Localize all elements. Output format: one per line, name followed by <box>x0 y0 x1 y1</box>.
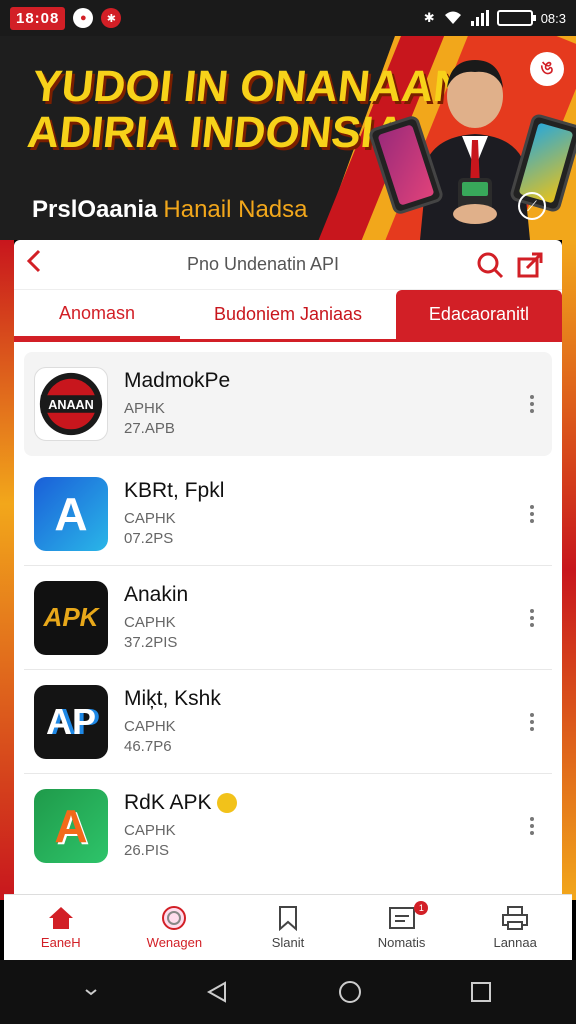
more-options-icon[interactable] <box>522 395 542 413</box>
status-right: ✱ 08:3 <box>424 10 566 26</box>
app-bar: Pno Undenatin API <box>14 240 562 290</box>
tab-budoniem[interactable]: Budoniem Janiaas <box>180 290 396 339</box>
banner-subtitle: PrslOaania Hanail Nadsa <box>32 196 308 224</box>
printer-icon <box>502 906 529 930</box>
inbox-icon <box>388 907 415 929</box>
nav-wenagen-label: Wenagen <box>146 935 203 950</box>
home-icon <box>48 907 73 929</box>
app-type: APHK <box>124 400 165 417</box>
bookmark-icon <box>278 906 297 931</box>
status-battery-text: 08:3 <box>540 10 566 26</box>
system-navigation <box>0 960 576 1024</box>
back-triangle-icon[interactable] <box>205 980 229 1004</box>
nav-home-label: EaneH <box>40 935 81 950</box>
app-size: 37.2PIS <box>124 633 178 651</box>
promo-banner[interactable]: YUDOI IN ONANAAN ADIRIA INDONSIAI PrslOa… <box>0 36 576 240</box>
category-tabs: Anomasn Budoniem Janiaas Edacaoranitl <box>14 290 562 342</box>
bluetooth-icon: ✱ <box>423 10 435 25</box>
side-decor-left <box>0 240 14 900</box>
notification-badge: 1 <box>414 901 429 915</box>
more-options-icon[interactable] <box>522 504 542 523</box>
list-item[interactable]: A KBRt, Fpkl CAPHK 07.2PS <box>24 462 552 566</box>
notification-icon: ✱ <box>101 8 122 28</box>
brand-logo-icon: ঙ <box>530 52 564 86</box>
app-name: Miķt, Kshk <box>124 686 221 710</box>
app-name: Anakin <box>124 582 189 606</box>
chevron-left-icon <box>26 249 41 273</box>
app-type: CAPHK <box>124 613 176 631</box>
home-circle-icon[interactable] <box>337 979 363 1005</box>
more-options-icon[interactable] <box>522 608 542 627</box>
more-options-icon[interactable] <box>522 817 542 835</box>
search-icon <box>477 252 504 278</box>
status-time: 18:08 <box>10 6 66 30</box>
anaan-red-icon: ANAAN <box>34 367 108 441</box>
more-options-icon[interactable] <box>522 712 542 731</box>
blue-a-icon: A <box>34 476 108 551</box>
status-bar: 18:08 ● ✱ ✱ 08:3 <box>0 0 576 36</box>
banner-sub-orange: Hanail Nadsa <box>163 196 308 223</box>
app-name: RdK APK <box>124 791 522 815</box>
search-button[interactable] <box>470 245 510 285</box>
app-list: ANAAN MadmokPe APHK 27.APB A KBRt, Fpkl … <box>14 342 562 878</box>
globe-icon <box>162 906 187 930</box>
app-type: CAPHK <box>124 822 176 839</box>
menu-dot-icon[interactable] <box>84 985 98 999</box>
app-bar-title: Pno Undenatin API <box>186 254 340 274</box>
app-type: CAPHK <box>124 717 176 735</box>
banner-sub-white: PrslOaania <box>32 196 158 223</box>
nav-wenagen[interactable]: Wenagen <box>118 895 232 960</box>
app-name: MadmokPe <box>124 369 231 392</box>
app-size: 26.PIS <box>124 842 170 859</box>
nav-lannaa-label: Lannaa <box>493 935 537 950</box>
signal-icon <box>470 10 489 26</box>
nav-home[interactable]: EaneH <box>4 895 118 960</box>
wifi-icon <box>444 11 461 24</box>
list-item[interactable]: ANAAN MadmokPe APHK 27.APB <box>24 352 552 456</box>
nav-nomatis-label: Nomatis <box>377 935 426 950</box>
battery-icon <box>496 10 536 26</box>
green-a-icon: A <box>34 789 108 863</box>
nav-nomatis[interactable]: Nomatis 1 <box>345 895 459 960</box>
ap-dark-icon: AP <box>34 684 108 759</box>
list-item[interactable]: APK Anakin CAPHK 37.2PIS <box>24 566 552 670</box>
back-button[interactable] <box>26 248 56 281</box>
tab-edacaoranitl[interactable]: Edacaoranitl <box>395 290 562 339</box>
recents-square-icon[interactable] <box>470 981 492 1003</box>
tab-anomasn[interactable]: Anomasn <box>14 290 181 339</box>
app-name: KBRt, Fpkl <box>124 478 225 502</box>
nav-slanit[interactable]: Slanit <box>231 895 345 960</box>
compass-icon[interactable]: ⟋ <box>518 192 546 220</box>
apk-gold-icon: APK <box>34 580 108 655</box>
nav-slanit-label: Slanit <box>271 935 305 950</box>
app-size: 46.7P6 <box>124 737 172 755</box>
app-list-card: Pno Undenatin API Anomasn Budoniem Jania… <box>14 240 562 894</box>
bottom-navigation: EaneH Wenagen Slanit Nomatis 1 Lannaa <box>4 894 572 960</box>
app-type: CAPHK <box>124 509 176 527</box>
app-size: 27.APB <box>124 420 175 437</box>
share-button[interactable] <box>510 245 550 285</box>
fire-badge-icon <box>217 793 238 814</box>
record-icon: ● <box>73 8 94 28</box>
side-decor-right <box>562 240 576 900</box>
svg-text:ANAAN: ANAAN <box>48 398 94 412</box>
share-icon <box>517 252 543 277</box>
app-size: 07.2PS <box>124 529 174 547</box>
nav-lannaa[interactable]: Lannaa <box>458 895 572 960</box>
list-item[interactable]: A RdK APK CAPHK 26.PIS <box>24 774 552 878</box>
list-item[interactable]: AP Miķt, Kshk CAPHK 46.7P6 <box>24 670 552 774</box>
